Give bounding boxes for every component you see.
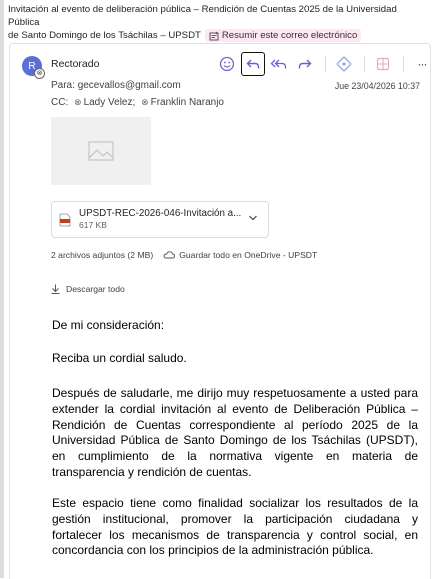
reply-all-button[interactable] [267, 52, 291, 76]
more-icon: ··· [417, 57, 428, 71]
loop-icon [336, 56, 352, 72]
attachments-summary-row: 2 archivos adjuntos (2 MB) Guardar todo … [51, 250, 317, 260]
sender-avatar[interactable]: R ⊗ [22, 56, 45, 79]
chevron-down-icon[interactable] [248, 214, 258, 222]
image-icon [88, 141, 114, 161]
apps-icon [376, 57, 390, 71]
summarize-icon [209, 31, 219, 40]
to-label: Para: [51, 80, 75, 91]
pdf-file-icon [59, 213, 71, 226]
download-icon [51, 284, 60, 294]
to-address[interactable]: gecevallos@gmail.com [78, 80, 181, 91]
cloud-icon [163, 251, 176, 259]
summarize-label: Resumir este correo electrónico [221, 30, 358, 41]
email-subject: Invitación al evento de deliberación púb… [5, 0, 430, 42]
status-badge-icon: ⊗ [34, 68, 45, 79]
cc-recipient[interactable]: Lady Velez; [84, 97, 136, 108]
reply-all-icon [270, 59, 287, 69]
body-paragraph-2: Este espacio tiene como finalidad social… [52, 496, 418, 558]
toolbar-separator [325, 56, 326, 72]
download-all-link[interactable]: Descargar todo [51, 284, 125, 294]
emoji-icon [219, 56, 235, 72]
image-placeholder[interactable] [51, 117, 151, 185]
reply-button[interactable] [241, 52, 265, 76]
loop-button[interactable] [332, 52, 356, 76]
cc-row: CC: ⊗ Lady Velez; ⊗ Franklin Naranjo [51, 97, 224, 108]
sender-name[interactable]: Rectorado [51, 58, 99, 70]
cc-recipient[interactable]: Franklin Naranjo [151, 97, 224, 108]
cc-label: CC: [51, 97, 69, 108]
contact-status-icon: ⊗ [74, 97, 82, 107]
body-paragraph-1: Después de saludarle, me dirijo muy resp… [52, 386, 418, 479]
contact-status-icon: ⊗ [141, 97, 149, 107]
message-toolbar: ··· [215, 51, 432, 77]
salutation-text: Reciba un cordial saludo. [52, 351, 187, 365]
forward-button[interactable] [293, 52, 317, 76]
subject-line-1: Invitación al evento de deliberación púb… [8, 4, 397, 28]
download-all-label: Descargar todo [66, 284, 125, 294]
left-edge [0, 0, 4, 578]
toolbar-separator [403, 56, 404, 72]
toolbar-separator [364, 56, 365, 72]
subject-line-2: de Santo Domingo de los Tsáchilas – UPSD… [8, 30, 201, 41]
save-to-onedrive-link[interactable]: Guardar todo en OneDrive - UPSDT [179, 250, 317, 260]
more-button[interactable]: ··· [410, 52, 432, 76]
forward-icon [298, 59, 312, 69]
apps-button[interactable] [371, 52, 395, 76]
emoji-button[interactable] [215, 52, 239, 76]
attachment-name: UPSDT-REC-2026-046-Invitación a... [79, 208, 242, 219]
message-date: Jue 23/04/2026 10:37 [334, 81, 420, 91]
summarize-button[interactable]: Resumir este correo electrónico [204, 29, 362, 42]
recipient-row: Para: gecevallos@gmail.com [51, 80, 181, 91]
reply-icon [246, 59, 260, 69]
attachment-card[interactable]: UPSDT-REC-2026-046-Invitación a... 617 K… [51, 201, 269, 238]
attachments-count: 2 archivos adjuntos (2 MB) [51, 250, 154, 260]
attachment-size: 617 KB [79, 220, 107, 230]
greeting-text: De mi consideración: [52, 318, 165, 332]
